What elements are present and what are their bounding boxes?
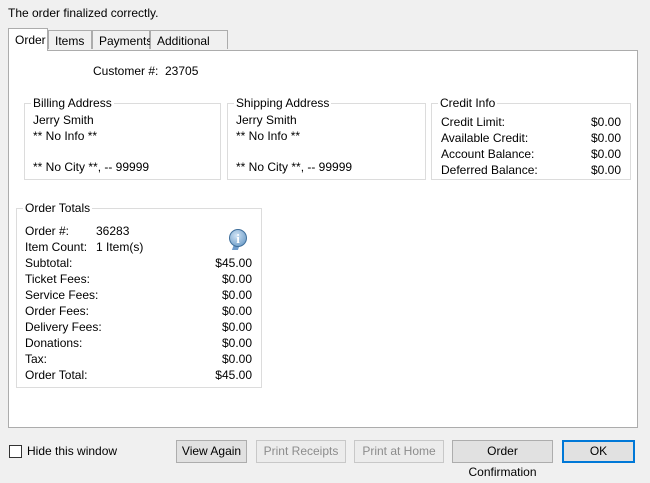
account-balance-value: $0.00 (590, 147, 621, 161)
service-fees-label: Service Fees: (25, 288, 99, 302)
deferred-balance-value: $0.00 (590, 163, 621, 177)
account-balance-label: Account Balance: (441, 147, 535, 161)
shipping-city: ** No City **, -- 99999 (236, 160, 353, 174)
donations-label: Donations: (25, 336, 83, 350)
service-fees-value: $0.00 (221, 288, 252, 302)
subtotal-value: $45.00 (215, 256, 252, 270)
delivery-fees-label: Delivery Fees: (25, 320, 102, 334)
status-message: The order finalized correctly. (8, 6, 159, 20)
billing-info: ** No Info ** (33, 129, 98, 143)
customer-label: Customer #: (93, 64, 159, 78)
info-icon[interactable]: i (229, 229, 247, 247)
available-credit-label: Available Credit: (441, 131, 529, 145)
subtotal-label: Subtotal: (25, 256, 73, 270)
tab-label: Items (55, 34, 85, 48)
customer-number: 23705 (165, 64, 199, 78)
available-credit-value: $0.00 (590, 131, 621, 145)
order-fees-label: Order Fees: (25, 304, 90, 318)
delivery-fees-value: $0.00 (221, 320, 252, 334)
tab-label: Payments (99, 34, 153, 48)
credit-limit-label: Credit Limit: (441, 115, 506, 129)
billing-address-group: Billing Address Jerry Smith ** No Info *… (24, 96, 221, 180)
order-totals-group: Order Totals Order #: 36283 Item Count: … (16, 201, 262, 388)
donations-value: $0.00 (221, 336, 252, 350)
billing-address-title: Billing Address (31, 96, 114, 110)
tax-label: Tax: (25, 352, 48, 366)
order-number-label: Order #: (25, 224, 70, 238)
view-again-button[interactable]: View Again (176, 440, 247, 463)
tab-label: Order (15, 33, 46, 47)
billing-city: ** No City **, -- 99999 (33, 160, 150, 174)
order-confirmation-button[interactable]: Order Confirmation (452, 440, 553, 479)
shipping-address-group: Shipping Address Jerry Smith ** No Info … (227, 96, 426, 180)
shipping-address-title: Shipping Address (234, 96, 332, 110)
ticket-fees-label: Ticket Fees: (25, 272, 90, 286)
shipping-info: ** No Info ** (236, 129, 301, 143)
tab-additional-info[interactable]: Additional Info (150, 30, 228, 62)
ticket-fees-value: $0.00 (221, 272, 252, 286)
order-panel: Customer #: 23705 Billing Address Jerry … (8, 50, 638, 428)
deferred-balance-label: Deferred Balance: (441, 163, 538, 177)
order-total-value: $45.00 (215, 368, 252, 382)
hide-window-label[interactable]: Hide this window (27, 444, 117, 458)
ok-button[interactable]: OK (562, 440, 635, 463)
tax-value: $0.00 (221, 352, 252, 366)
order-fees-value: $0.00 (221, 304, 252, 318)
order-number-value: 36283 (96, 224, 130, 238)
order-totals-title: Order Totals (23, 201, 93, 215)
item-count-label: Item Count: (25, 240, 88, 254)
tab-payments[interactable]: Payments (92, 30, 153, 49)
credit-info-group: Credit Info Credit Limit: $0.00 Availabl… (431, 96, 631, 180)
tab-order[interactable]: Order (8, 28, 48, 51)
print-receipts-button[interactable]: Print Receipts (256, 440, 346, 463)
billing-name: Jerry Smith (33, 113, 94, 127)
order-total-label: Order Total: (25, 368, 88, 382)
print-at-home-button[interactable]: Print at Home (354, 440, 444, 463)
hide-window-checkbox[interactable] (9, 445, 22, 458)
shipping-name: Jerry Smith (236, 113, 297, 127)
item-count-value: 1 Item(s) (96, 240, 144, 254)
credit-info-title: Credit Info (438, 96, 498, 110)
credit-limit-value: $0.00 (590, 115, 621, 129)
tab-items[interactable]: Items (48, 30, 92, 49)
